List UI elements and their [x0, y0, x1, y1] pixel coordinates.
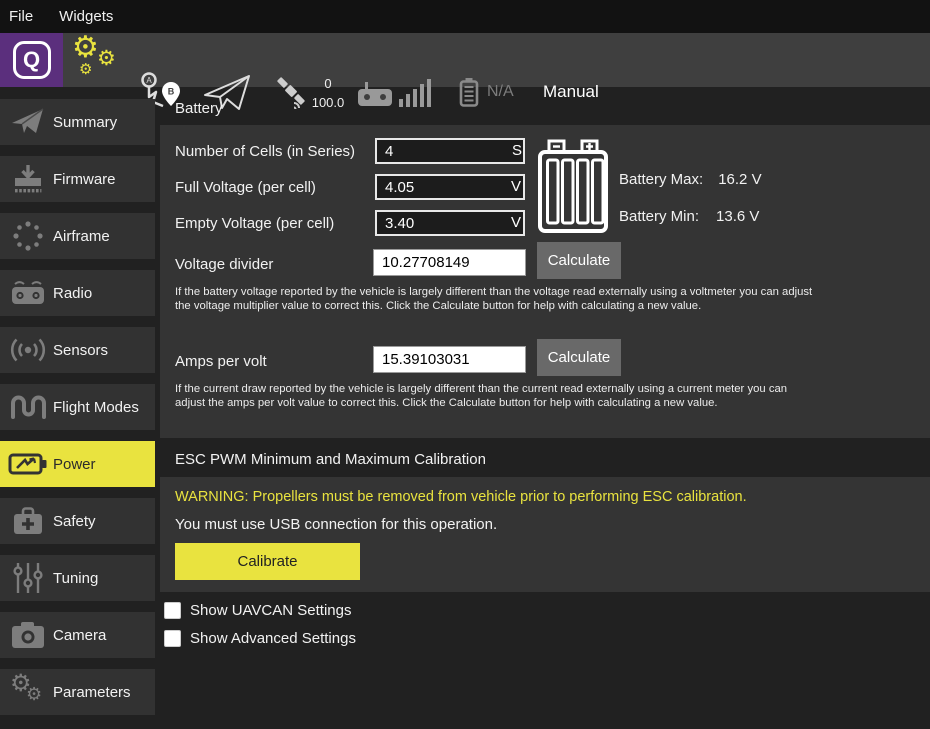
amps-per-volt-help: If the current draw reported by the vehi… — [175, 383, 820, 410]
battery-min-row: Battery Min: 13.6 V — [619, 208, 759, 225]
rc-signal[interactable] — [399, 77, 431, 112]
svg-text:B: B — [168, 87, 175, 97]
gears-icon: ⚙ — [79, 62, 92, 77]
vehicle-setup-tab[interactable]: ⚙ ⚙ ⚙ — [72, 33, 120, 84]
amps-per-volt-input[interactable] — [373, 346, 526, 373]
sidebar-item-tuning[interactable]: Tuning — [0, 555, 155, 601]
esc-section-title: ESC PWM Minimum and Maximum Calibration — [175, 451, 486, 468]
qgc-logo-button[interactable]: Q — [0, 33, 63, 87]
flight-modes-wave-icon — [8, 393, 48, 421]
esc-usb-note: You must use USB connection for this ope… — [175, 516, 497, 533]
sidebar-label: Summary — [53, 114, 117, 131]
gears-icon: ⚙ — [72, 33, 99, 63]
battery-min-label: Battery Min: — [619, 208, 699, 225]
camera-icon — [8, 621, 48, 649]
esc-warning-text: WARNING: Propellers must be removed from… — [175, 489, 747, 505]
uavcan-checkbox-label: Show UAVCAN Settings — [190, 602, 351, 619]
toolbar: Q ⚙ ⚙ ⚙ A B — [0, 33, 930, 87]
gps-count: 0 — [306, 74, 350, 93]
parameters-gears-icon: ⚙ ⚙ — [8, 672, 48, 712]
sidebar-item-radio[interactable]: Radio — [0, 270, 155, 316]
full-voltage-label: Full Voltage (per cell) — [175, 179, 316, 196]
empty-voltage-unit: V — [511, 214, 521, 231]
safety-case-icon — [8, 506, 48, 536]
battery-indicator[interactable] — [459, 77, 479, 112]
sidebar-item-camera[interactable]: Camera — [0, 612, 155, 658]
sidebar-item-safety[interactable]: Safety — [0, 498, 155, 544]
voltage-calculate-button[interactable]: Calculate — [537, 242, 621, 279]
cells-label: Number of Cells (in Series) — [175, 143, 355, 160]
radio-icon — [8, 280, 48, 306]
gps-hdop: 100.0 — [306, 93, 350, 112]
full-voltage-unit: V — [511, 178, 521, 195]
gears-icon: ⚙ — [97, 48, 116, 69]
sidebar-label: Airframe — [53, 228, 110, 245]
rc-indicator[interactable] — [356, 80, 394, 113]
calibrate-button[interactable]: Calibrate — [175, 543, 360, 580]
sidebar-item-power[interactable]: Power — [0, 441, 155, 487]
uavcan-checkbox[interactable] — [164, 602, 181, 619]
gps-indicator[interactable] — [274, 76, 308, 115]
sidebar-label: Radio — [53, 285, 92, 302]
signal-bars-icon — [399, 77, 431, 107]
sidebar-item-parameters[interactable]: ⚙ ⚙ Parameters — [0, 669, 155, 715]
airframe-dots-icon — [8, 220, 48, 252]
empty-voltage-label: Empty Voltage (per cell) — [175, 215, 334, 232]
menu-widgets[interactable]: Widgets — [59, 8, 113, 25]
tuning-sliders-icon — [8, 562, 48, 594]
voltage-divider-input[interactable] — [373, 249, 526, 276]
voltage-divider-help: If the battery voltage reported by the v… — [175, 286, 813, 313]
battery-large-icon — [537, 139, 609, 239]
paper-plane-icon — [8, 108, 48, 136]
sidebar-label: Firmware — [53, 171, 116, 188]
amps-calculate-button[interactable]: Calculate — [537, 339, 621, 376]
firmware-download-icon — [8, 164, 48, 194]
advanced-checkbox-label: Show Advanced Settings — [190, 630, 356, 647]
sidebar-item-flight-modes[interactable]: Flight Modes — [0, 384, 155, 430]
rc-transmitter-icon — [356, 80, 394, 108]
flight-mode-indicator[interactable]: Manual — [543, 82, 599, 102]
advanced-checkbox[interactable] — [164, 630, 181, 647]
battery-max-value: 16.2 V — [718, 171, 761, 188]
esc-panel: WARNING: Propellers must be removed from… — [160, 477, 930, 592]
sidebar-label: Tuning — [53, 570, 98, 587]
menu-bar: File Widgets — [0, 0, 930, 33]
qgc-logo-icon: Q — [13, 41, 51, 79]
sidebar-item-airframe[interactable]: Airframe — [0, 213, 155, 259]
battery-status: N/A — [487, 83, 514, 101]
sensors-signal-icon — [8, 335, 48, 365]
full-voltage-input[interactable] — [375, 174, 525, 200]
sidebar-label: Safety — [53, 513, 96, 530]
battery-small-icon — [459, 77, 479, 107]
cells-input[interactable] — [375, 138, 525, 164]
gps-values: 0 100.0 — [306, 74, 350, 112]
advanced-settings-row: Show Advanced Settings — [164, 630, 356, 647]
cells-unit: S — [512, 142, 522, 159]
satellite-icon — [274, 76, 308, 110]
menu-file[interactable]: File — [9, 8, 33, 25]
voltage-divider-label: Voltage divider — [175, 256, 273, 273]
sidebar-item-summary[interactable]: Summary — [0, 99, 155, 145]
amps-per-volt-label: Amps per volt — [175, 353, 267, 370]
battery-max-row: Battery Max: 16.2 V — [619, 171, 762, 188]
sidebar-label: Power — [53, 456, 96, 473]
empty-voltage-input[interactable] — [375, 210, 525, 236]
svg-text:A: A — [146, 76, 152, 85]
battery-panel: Number of Cells (in Series) S Full Volta… — [160, 125, 930, 438]
sidebar-item-sensors[interactable]: Sensors — [0, 327, 155, 373]
power-battery-icon — [8, 451, 48, 477]
sidebar-item-firmware[interactable]: Firmware — [0, 156, 155, 202]
battery-max-label: Battery Max: — [619, 171, 703, 188]
sidebar-label: Flight Modes — [53, 399, 139, 416]
uavcan-settings-row: Show UAVCAN Settings — [164, 602, 351, 619]
battery-min-value: 13.6 V — [716, 208, 759, 225]
sidebar-label: Parameters — [53, 684, 131, 701]
sidebar-label: Sensors — [53, 342, 108, 359]
battery-section-title: Battery — [175, 100, 223, 117]
sidebar-label: Camera — [53, 627, 106, 644]
